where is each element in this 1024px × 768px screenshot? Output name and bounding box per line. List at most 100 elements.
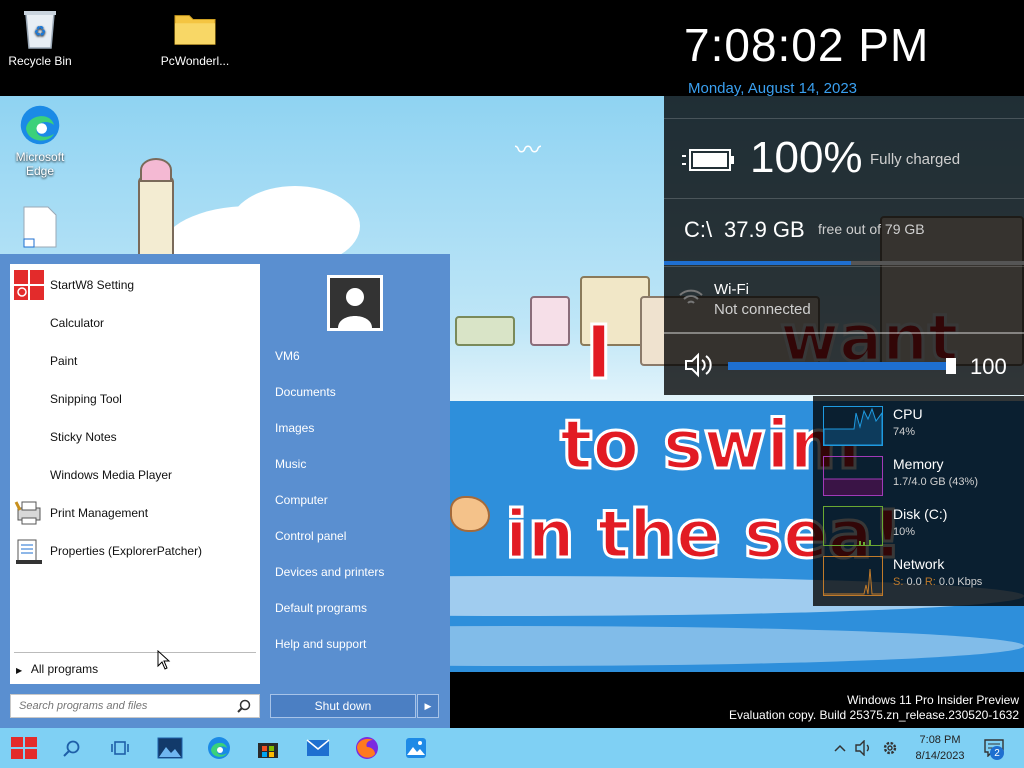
show-hidden-icons-button[interactable] [830,738,850,758]
perf-memory[interactable]: Memory 1.7/4.0 GB (43%) [823,452,1023,498]
taskbar-firefox-app[interactable] [343,728,391,768]
gear-icon [883,741,897,755]
desktop-icon-label: Recycle Bin [8,54,72,68]
program-sticky-notes[interactable]: Sticky Notes [10,418,260,454]
taskbar-store-app[interactable] [244,728,292,768]
start-button[interactable] [0,728,48,768]
edge-icon [19,104,61,146]
recycle-bin-icon: ♻ [19,8,61,50]
program-list-separator [14,652,256,653]
svg-text:♻: ♻ [34,24,47,40]
file-shortcut-icon [19,206,61,248]
program-label: Calculator [50,316,105,330]
volume-slider-thumb[interactable] [946,358,956,374]
watermark-line2: Evaluation copy. Build 25375.zn_release.… [729,708,1019,722]
search-icon[interactable] [237,699,251,718]
drive-row: C:\ 37.9 GB free out of 79 GB [664,198,1024,265]
control-panel-link[interactable]: Control panel [275,529,346,543]
perf-value: S: 0.0 R: 0.0 Kbps [893,576,982,588]
perf-name: Disk (C:) [893,506,948,522]
program-paint[interactable]: Paint [10,342,260,378]
computer-link[interactable]: Computer [275,493,328,507]
images-link[interactable]: Images [275,421,314,435]
user-name-link[interactable]: VM6 [275,349,300,363]
network-send-value: 0.0 [906,576,922,588]
taskbar-photos2-app[interactable] [392,728,440,768]
drive-description: free out of 79 GB [818,221,925,237]
speaker-icon [684,352,714,383]
program-print-management[interactable]: Print Management [10,494,260,530]
drive-usage-bar [664,261,1024,265]
music-link[interactable]: Music [275,457,306,471]
printer-icon [14,498,44,528]
tray-settings-button[interactable] [880,738,900,758]
wifi-status: Not connected [714,301,811,318]
triangle-right-icon: ▶ [16,666,23,675]
photos-icon [406,738,426,758]
program-properties-explorerpatcher[interactable]: Properties (ExplorerPatcher) [10,532,260,568]
program-snipping-tool[interactable]: Snipping Tool [10,380,260,416]
status-panel: 7:08:02 PM Monday, August 14, 2023 100% … [664,0,1024,395]
program-windows-media-player[interactable]: Windows Media Player [10,456,260,492]
program-label: StartW8 Setting [50,278,135,292]
edge-icon [208,737,230,759]
store-icon [258,743,278,758]
chevron-up-icon [834,744,846,752]
network-graph [823,556,883,596]
wallpaper-seagull: 〰 [515,135,542,165]
task-view-button[interactable] [96,728,144,768]
drive-label: C:\ [684,217,713,242]
documents-link[interactable]: Documents [275,385,336,399]
perf-disk[interactable]: Disk (C:) 10% [823,502,1023,548]
desktop-icon-recycle-bin[interactable]: ♻ Recycle Bin [0,8,80,68]
volume-row: 100 [664,332,1024,395]
start-search-input[interactable] [11,695,221,717]
drive-free-space: 37.9 GB [724,217,805,242]
perf-cpu[interactable]: CPU 74% [823,402,1023,448]
taskbar-mail-app[interactable] [294,728,342,768]
desktop-icon-file[interactable] [0,206,80,252]
startw8-icon [14,270,44,300]
program-label: Print Management [50,506,149,520]
shutdown-options-button[interactable]: ▶ [417,694,439,718]
taskbar-search-button[interactable] [48,728,96,768]
help-support-link[interactable]: Help and support [275,637,366,651]
mouse-cursor-icon [157,649,171,675]
start-search-box[interactable] [10,694,260,718]
shutdown-button[interactable]: Shut down [270,694,416,718]
speaker-icon [855,740,869,756]
all-programs-button[interactable]: ▶ All programs [16,662,98,676]
network-receive-label: R: [924,576,936,588]
firefox-icon [356,737,378,759]
taskbar-photos-app[interactable] [146,728,194,768]
devices-printers-link[interactable]: Devices and printers [275,565,384,579]
user-avatar[interactable] [327,275,383,331]
program-startw8-setting[interactable]: StartW8 Setting [10,266,260,302]
perf-network[interactable]: Network S: 0.0 R: 0.0 Kbps [823,552,1023,598]
default-programs-link[interactable]: Default programs [275,601,367,615]
desktop-icon-edge[interactable]: Microsoft Edge [0,104,80,178]
perf-name: Network [893,556,945,572]
taskbar: 7:08 PM 8/14/2023 2 [0,728,1024,768]
wallpaper-text: I [584,309,614,398]
tray-volume-button[interactable] [854,738,874,758]
wallpaper-house [530,296,570,346]
windows-start-icon [11,737,37,759]
wifi-row[interactable]: Wi-Fi Not connected [664,266,1024,332]
performance-monitor: CPU 74% Memory 1.7/4.0 GB (43%) Disk (C:… [813,396,1024,606]
disk-graph [823,506,883,546]
perf-name: Memory [893,456,944,472]
program-calculator[interactable]: Calculator [10,304,260,340]
battery-status: Fully charged [870,151,961,168]
volume-slider[interactable] [728,362,954,370]
taskbar-edge-app[interactable] [195,728,243,768]
program-label: Sticky Notes [50,430,117,444]
program-label: Windows Media Player [50,468,173,482]
taskbar-clock[interactable]: 7:08 PM 8/14/2023 [900,732,980,764]
program-label: Properties (ExplorerPatcher) [50,544,203,558]
network-send-label: S: [893,576,904,588]
wifi-icon [678,285,704,312]
desktop-icon-pcwonderland[interactable]: PcWonderl... [155,8,235,68]
wallpaper-lighthouse-top [140,158,172,182]
desktop-icon-label: Microsoft Edge [15,150,65,178]
